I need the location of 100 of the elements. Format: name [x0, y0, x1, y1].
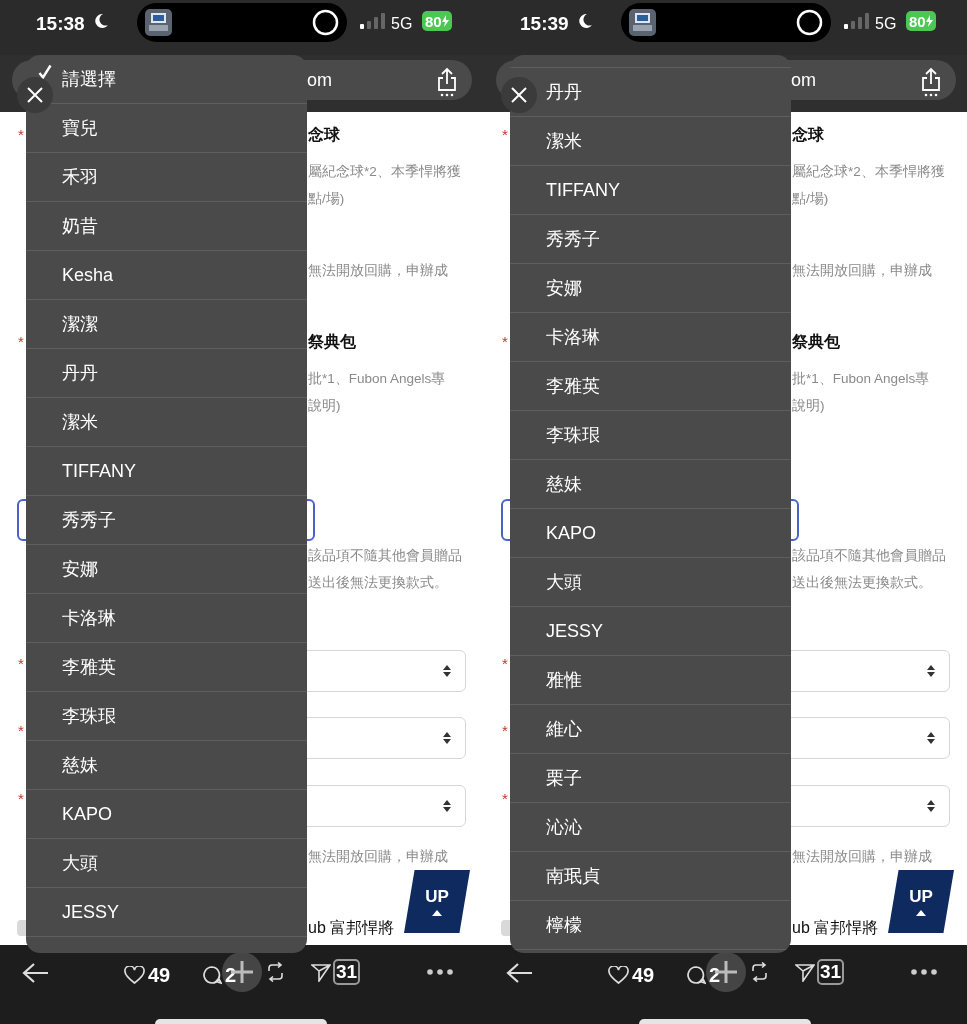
section-heading: 念球	[792, 125, 824, 145]
menu-option[interactable]: 雅惟	[546, 666, 582, 694]
app-icon	[629, 9, 656, 36]
required-asterisk: *	[502, 333, 508, 350]
menu-option[interactable]: 寶兒	[62, 114, 98, 142]
share-icon[interactable]	[920, 67, 942, 97]
up-down-icon	[926, 664, 936, 678]
section-heading: ub 富邦悍將	[308, 918, 395, 938]
up-down-icon	[926, 731, 936, 745]
app-icon	[145, 9, 172, 36]
section-heading: 念球	[308, 125, 340, 145]
menu-option[interactable]: 潔米	[546, 127, 582, 155]
section-heading: ub 富邦悍將	[792, 918, 879, 938]
up-down-icon	[442, 731, 452, 745]
share-count: 31	[333, 959, 361, 985]
menu-option[interactable]: JESSY	[546, 617, 604, 645]
close-icon[interactable]	[501, 77, 537, 113]
menu-option[interactable]: 秀秀子	[62, 506, 116, 534]
section-heading: 祭典包	[308, 332, 356, 352]
up-down-icon	[442, 799, 452, 813]
moon-icon	[578, 13, 593, 29]
required-asterisk: *	[502, 722, 508, 739]
like-count: 49	[148, 963, 171, 988]
menu-option[interactable]: 潔米	[62, 408, 98, 436]
note-text: 批*1、Fubon Angels專	[308, 369, 446, 388]
menu-option[interactable]: 請選擇	[62, 65, 116, 93]
up-down-icon	[926, 799, 936, 813]
send-icon[interactable]	[795, 962, 815, 982]
menu-option[interactable]: 李雅英	[546, 372, 600, 400]
menu-option[interactable]: 李珠珢	[546, 421, 600, 449]
battery-indicator: 80	[906, 11, 936, 31]
up-down-icon	[442, 664, 452, 678]
note-text: 點/場)	[308, 189, 345, 208]
menu-option[interactable]: 秀秀子	[546, 225, 600, 253]
back-arrow-icon[interactable]	[506, 962, 533, 984]
clock-time: 15:39	[520, 12, 569, 36]
required-asterisk: *	[18, 722, 24, 739]
close-icon[interactable]	[17, 77, 53, 113]
menu-option[interactable]: JESSY	[62, 898, 120, 926]
plus-button-icon[interactable]	[706, 952, 746, 992]
section-heading: 祭典包	[792, 332, 840, 352]
menu-option[interactable]: 安娜	[62, 555, 98, 583]
note-text: 該品項不隨其他會員贈品	[792, 546, 946, 565]
signal-icon	[844, 13, 869, 29]
menu-option[interactable]: 丹丹	[546, 78, 582, 106]
menu-option[interactable]: 卡洛琳	[546, 323, 600, 351]
menu-option[interactable]: 維心	[546, 715, 582, 743]
menu-option[interactable]: 檸檬	[546, 911, 582, 939]
menu-option[interactable]: 南珉貞	[546, 862, 600, 890]
note-text: 無法開放回購，申辦成	[308, 261, 448, 280]
required-asterisk: *	[502, 655, 508, 672]
more-icon[interactable]	[911, 969, 937, 975]
menu-option[interactable]: 潔潔	[62, 310, 98, 338]
signal-icon	[360, 13, 385, 29]
note-text: 點/場)	[792, 189, 829, 208]
note-text: 無法開放回購，申辦成	[792, 847, 932, 866]
menu-option[interactable]: KAPO	[546, 519, 597, 547]
note-text: 送出後無法更換款式。	[792, 573, 932, 592]
menu-option[interactable]: 大頭	[62, 849, 98, 877]
heart-icon[interactable]	[124, 965, 145, 985]
menu-option[interactable]: 丹丹	[62, 359, 98, 387]
menu-option[interactable]: 禾羽	[62, 163, 98, 191]
menu-option[interactable]: 大頭	[546, 568, 582, 596]
note-text: 無法開放回購，申辦成	[308, 847, 448, 866]
note-text: 批*1、Fubon Angels專	[792, 369, 930, 388]
comment-icon[interactable]	[686, 965, 706, 985]
required-asterisk: *	[18, 126, 24, 143]
clock-time: 15:38	[36, 12, 85, 36]
record-circle-icon	[796, 9, 823, 36]
battery-indicator: 80	[422, 11, 452, 31]
record-circle-icon	[312, 9, 339, 36]
menu-option[interactable]: TIFFANY	[546, 176, 620, 204]
menu-option[interactable]: 奶昔	[62, 212, 98, 240]
repost-icon[interactable]	[750, 962, 769, 982]
note-text: 送出後無法更換款式。	[308, 573, 448, 592]
menu-option[interactable]: 李珠珢	[62, 702, 116, 730]
share-count: 31	[817, 959, 845, 985]
menu-option[interactable]: 卡洛琳	[62, 604, 116, 632]
menu-option[interactable]: 安娜	[546, 274, 582, 302]
repost-icon[interactable]	[266, 962, 285, 982]
back-arrow-icon[interactable]	[22, 962, 49, 984]
plus-button-icon[interactable]	[222, 952, 262, 992]
comment-icon[interactable]	[202, 965, 222, 985]
menu-option[interactable]: Kesha	[62, 261, 114, 289]
caret-up-icon	[916, 909, 926, 916]
menu-option[interactable]: 慈妹	[546, 470, 582, 498]
menu-option[interactable]: 李雅英	[62, 653, 116, 681]
menu-option[interactable]: KAPO	[62, 800, 113, 828]
share-icon[interactable]	[436, 67, 458, 97]
menu-option[interactable]: 沁沁	[546, 813, 582, 841]
menu-option[interactable]: 慈妹	[62, 751, 98, 779]
menu-option[interactable]: TIFFANY	[62, 457, 136, 485]
required-asterisk: *	[18, 655, 24, 672]
send-icon[interactable]	[311, 962, 331, 982]
note-text: 屬紀念球*2、本季悍將獲	[792, 162, 945, 181]
heart-icon[interactable]	[608, 965, 629, 985]
caret-up-icon	[432, 909, 442, 916]
more-icon[interactable]	[427, 969, 453, 975]
required-asterisk: *	[502, 126, 508, 143]
menu-option[interactable]: 栗子	[546, 764, 582, 792]
